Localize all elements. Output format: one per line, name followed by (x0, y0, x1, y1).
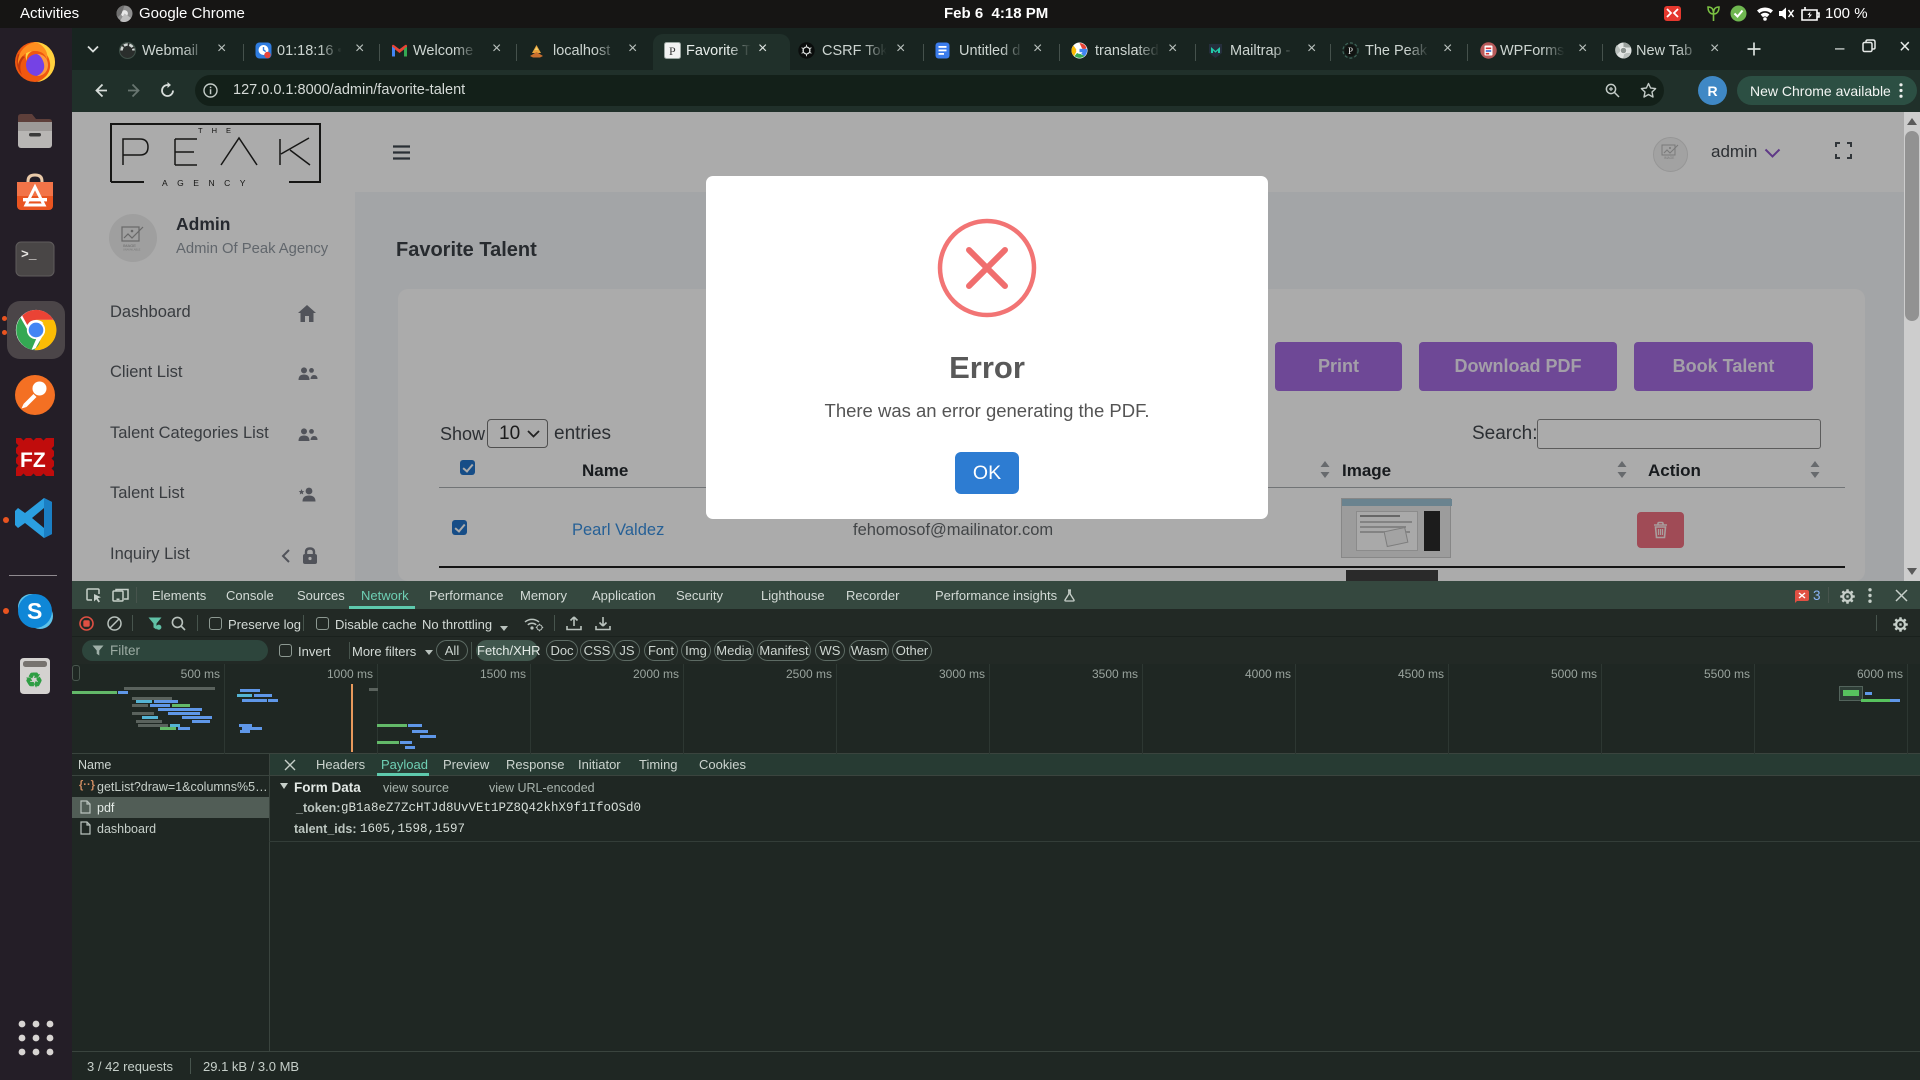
svg-text:FZ: FZ (20, 449, 46, 472)
svg-text:S: S (27, 598, 42, 624)
svg-text:P: P (1348, 46, 1353, 56)
svg-text:♻: ♻ (25, 670, 43, 692)
svg-text:>_: >_ (21, 247, 37, 262)
svg-text:P: P (669, 44, 676, 58)
